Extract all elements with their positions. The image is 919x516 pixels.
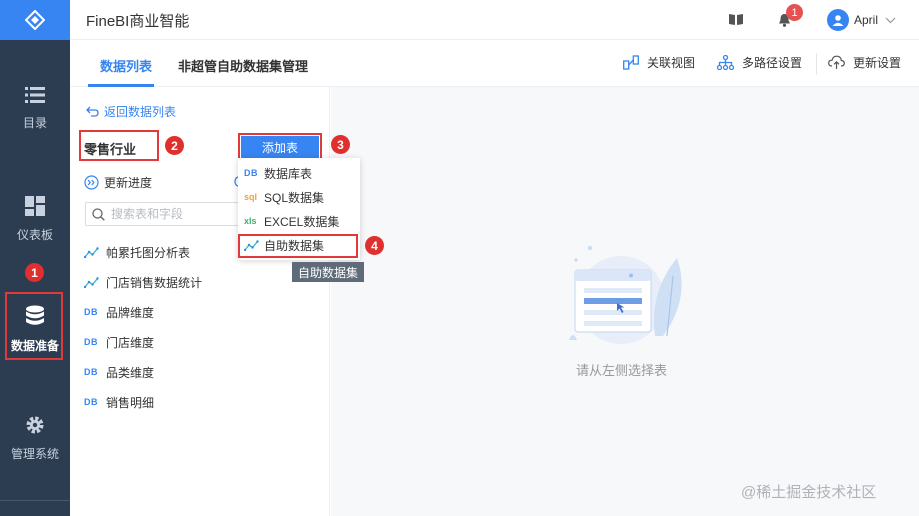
table-item-label: 销售明细 [106, 395, 155, 410]
top-bar: FineBI商业智能 1 April [70, 0, 919, 40]
dashboard-icon [25, 196, 45, 216]
tab-non-admin-dataset-mgmt[interactable]: 非超管自助数据集管理 [178, 56, 308, 75]
db-table-icon: DB [244, 168, 258, 178]
database-icon [26, 305, 44, 325]
table-item-label: 帕累托图分析表 [106, 245, 191, 260]
finebi-logo[interactable] [0, 0, 70, 40]
highlight-box-package [79, 130, 159, 161]
self-service-dataset-icon [84, 276, 99, 288]
empty-state-illustration [569, 245, 682, 344]
data-list-panel: 返回数据列表 零售行业 2 添加表 3 更新进度 帕累托图分析表 [70, 87, 350, 516]
menu-item-label: EXCEL数据集 [264, 214, 340, 229]
db-table-icon: DB [84, 397, 98, 407]
nav-item-label: 仪表板 [16, 228, 53, 242]
nav-item-label: 目录 [22, 116, 47, 130]
db-table-icon: DB [84, 307, 98, 317]
left-nav-rail: 目录 仪表板 1 数据准备 管理系统 [0, 0, 70, 516]
toolbar-separator [816, 53, 817, 75]
sql-icon: sql [244, 192, 258, 202]
gear-icon [26, 416, 44, 434]
nav-item-admin[interactable]: 管理系统 [0, 415, 70, 462]
self-service-dataset-icon [84, 246, 99, 258]
logo-icon [25, 10, 45, 30]
multipath-label: 多路径设置 [742, 56, 803, 70]
tab-toolbar-row: 数据列表 非超管自助数据集管理 关联视图 多路径设置 更新设置 [70, 40, 919, 87]
user-menu[interactable]: April [827, 9, 896, 31]
update-settings-label: 更新设置 [853, 56, 902, 70]
update-progress-button[interactable]: 更新进度 [84, 174, 152, 191]
step-marker-2: 2 [165, 136, 184, 155]
excel-icon: xls [244, 216, 257, 226]
highlight-box-add-table [238, 133, 322, 160]
nav-item-data-prep[interactable]: 数据准备 [0, 305, 70, 354]
menu-item-excel-dataset[interactable]: xls EXCEL数据集 [244, 211, 339, 231]
nav-item-label: 数据准备 [10, 339, 59, 353]
list-icon [25, 87, 45, 103]
table-item[interactable]: DB 品类维度 [84, 362, 154, 382]
chevron-down-icon [885, 17, 896, 23]
table-item[interactable]: DB 销售明细 [84, 392, 154, 412]
book-icon[interactable] [729, 13, 743, 26]
rail-divider [0, 500, 70, 501]
table-item-label: 门店销售数据统计 [106, 275, 203, 290]
menu-item-db-table[interactable]: DB 数据库表 [244, 163, 312, 183]
step-marker-3: 3 [331, 135, 350, 154]
empty-state-text: 请从左侧选择表 [576, 363, 668, 378]
watermark: @稀土掘金技术社区 [741, 484, 877, 501]
notification-badge: 1 [786, 4, 803, 21]
relation-view-button[interactable]: 关联视图 [623, 54, 695, 71]
progress-icon [84, 175, 99, 190]
menu-item-sql-dataset[interactable]: sql SQL数据集 [244, 187, 324, 207]
step-marker-1: 1 [25, 263, 44, 282]
relation-view-label: 关联视图 [647, 56, 696, 70]
search-icon [92, 207, 105, 221]
highlight-box-self-service [238, 234, 358, 258]
table-item-label: 品牌维度 [106, 305, 155, 320]
nav-item-dashboard[interactable]: 仪表板 [0, 196, 70, 243]
relation-view-icon [623, 55, 639, 70]
back-label: 返回数据列表 [104, 105, 177, 119]
table-item[interactable]: 门店销售数据统计 [84, 272, 202, 292]
app-title: FineBI商业智能 [86, 13, 190, 30]
table-item[interactable]: 帕累托图分析表 [84, 242, 190, 262]
user-name: April [854, 13, 879, 27]
cloud-upload-icon [828, 55, 845, 69]
menu-item-label: SQL数据集 [264, 190, 325, 205]
multipath-settings-button[interactable]: 多路径设置 [717, 54, 802, 71]
table-item[interactable]: DB 门店维度 [84, 332, 154, 352]
nav-item-label: 管理系统 [10, 447, 59, 461]
multipath-icon [717, 55, 734, 70]
tab-data-list[interactable]: 数据列表 [100, 56, 152, 75]
table-item-label: 品类维度 [106, 365, 155, 380]
menu-item-label: 数据库表 [264, 166, 313, 181]
update-settings-button[interactable]: 更新设置 [828, 54, 901, 71]
table-item[interactable]: DB 品牌维度 [84, 302, 154, 322]
user-icon [832, 15, 844, 26]
step-marker-4: 4 [365, 236, 384, 255]
return-arrow-icon [86, 106, 99, 117]
update-progress-label: 更新进度 [104, 176, 153, 190]
tooltip: 自助数据集 [292, 262, 364, 282]
table-item-label: 门店维度 [106, 335, 155, 350]
db-table-icon: DB [84, 337, 98, 347]
avatar [827, 9, 849, 31]
back-to-data-list-link[interactable]: 返回数据列表 [86, 103, 176, 120]
db-table-icon: DB [84, 367, 98, 377]
nav-item-catalog[interactable]: 目录 [0, 86, 70, 131]
